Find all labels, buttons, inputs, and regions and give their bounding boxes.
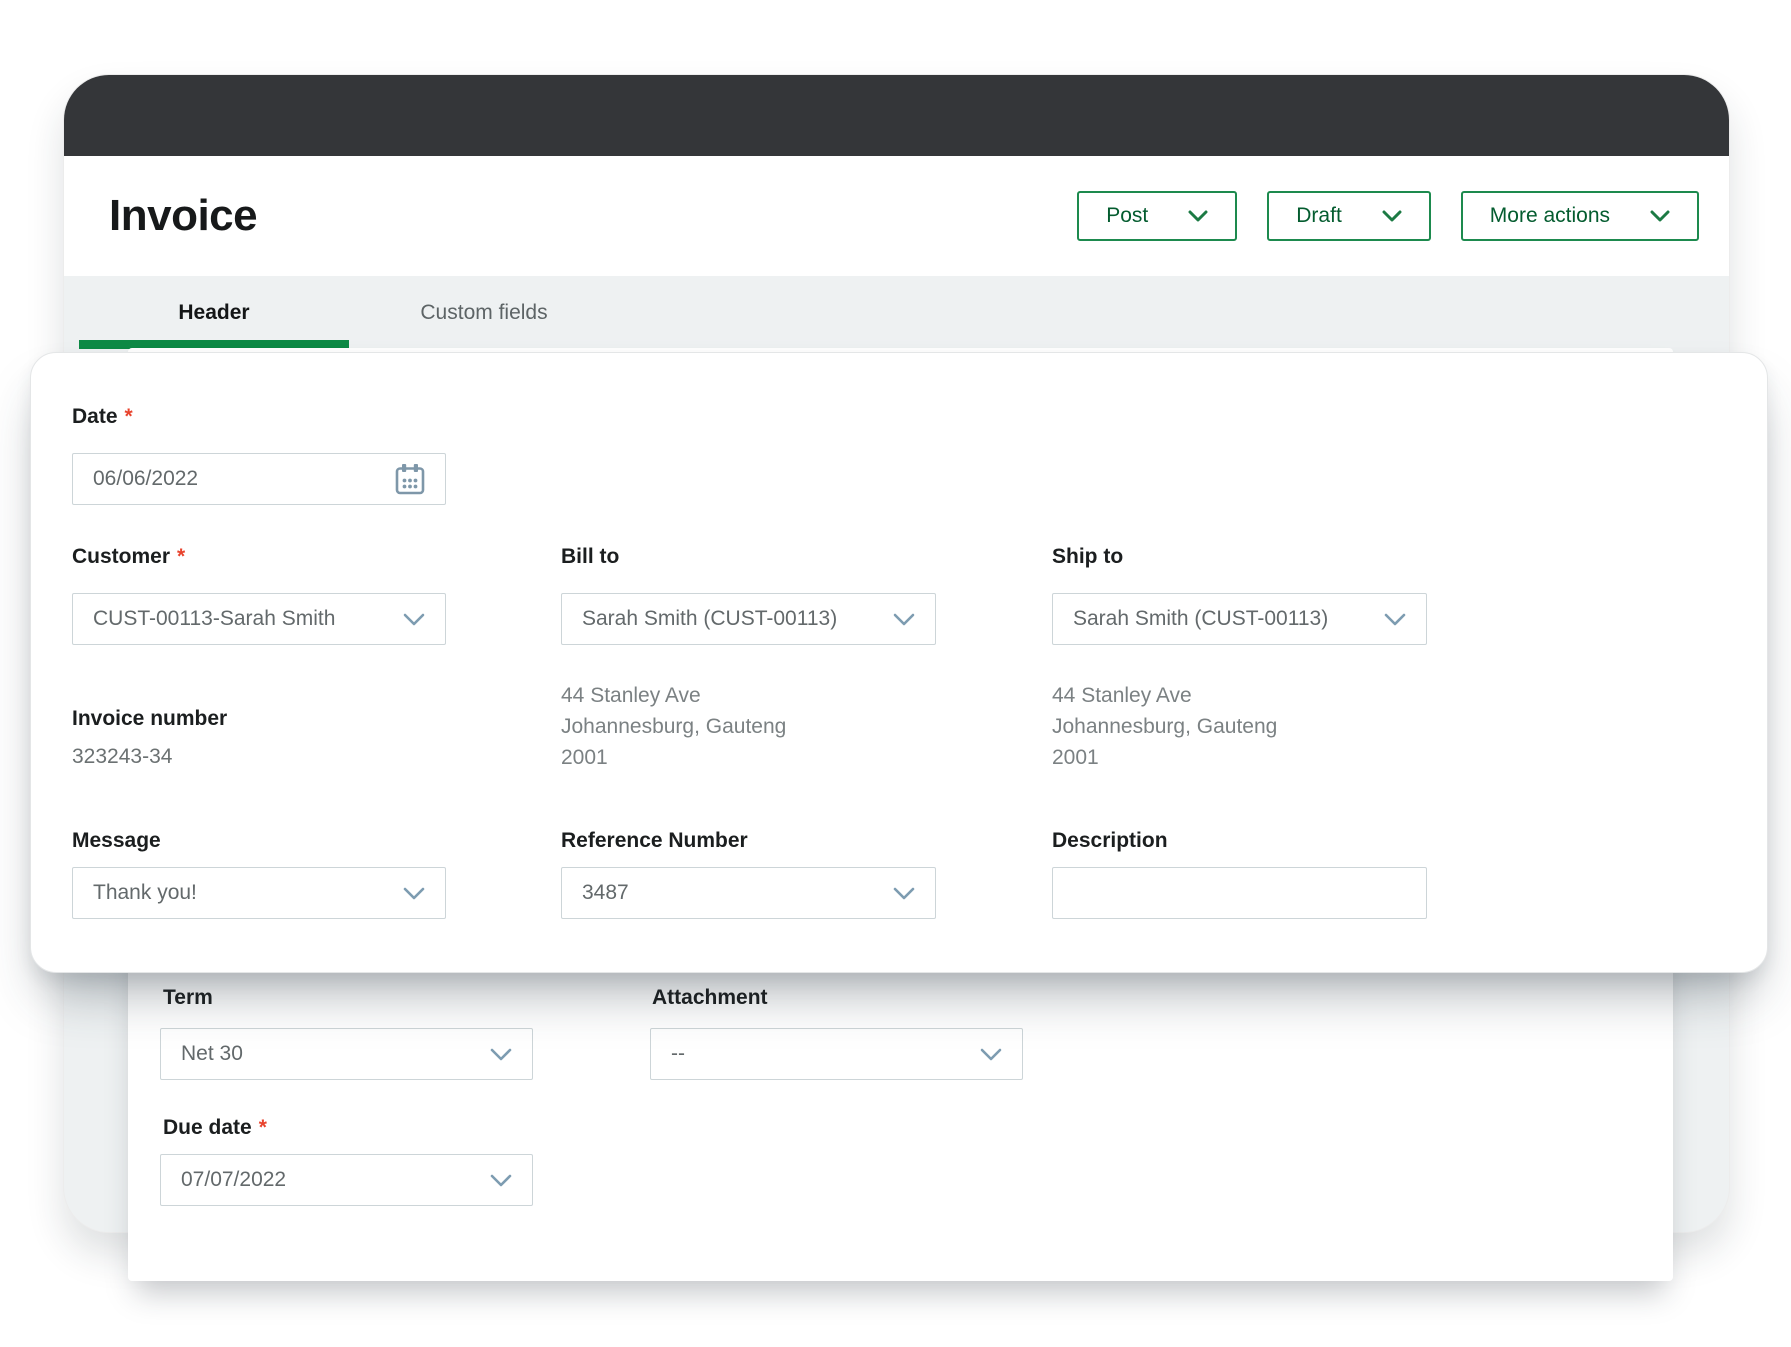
message-label: Message [72,829,161,853]
description-input[interactable] [1052,867,1427,919]
due-date-value: 07/07/2022 [181,1168,286,1192]
bill-to-select[interactable]: Sarah Smith (CUST-00113) [561,593,936,645]
page-title: Invoice [109,191,257,241]
chevron-down-icon [1650,210,1670,222]
bill-to-address: 44 Stanley Ave Johannesburg, Gauteng 200… [561,680,786,773]
bill-to-address-line: 2001 [561,742,786,773]
reference-number-select[interactable]: 3487 [561,867,936,919]
message-value: Thank you! [93,881,197,905]
draft-button[interactable]: Draft [1267,191,1431,241]
required-marker: * [125,405,133,428]
date-label: Date* [72,405,133,429]
bill-to-address-line: Johannesburg, Gauteng [561,711,786,742]
date-value: 06/06/2022 [93,467,198,491]
date-input[interactable]: 06/06/2022 [72,453,446,505]
chevron-down-icon [980,1048,1002,1061]
bill-to-address-line: 44 Stanley Ave [561,680,786,711]
reference-number-label: Reference Number [561,829,748,853]
term-select[interactable]: Net 30 [160,1028,533,1080]
chevron-down-icon [1382,210,1402,222]
attachment-label: Attachment [652,986,768,1010]
due-date-label: Due date* [163,1116,267,1140]
ship-to-address-line: 44 Stanley Ave [1052,680,1277,711]
customer-label: Customer* [72,545,185,569]
chevron-down-icon [893,887,915,900]
chevron-down-icon [490,1048,512,1061]
tab-header[interactable]: Header [79,276,349,349]
attachment-select[interactable]: -- [650,1028,1023,1080]
calendar-icon[interactable] [395,463,425,495]
required-marker: * [259,1116,267,1139]
term-label: Term [163,986,213,1010]
ship-to-address-line: Johannesburg, Gauteng [1052,711,1277,742]
window-top-bar [64,75,1729,156]
chevron-down-icon [403,613,425,626]
tab-custom-fields[interactable]: Custom fields [349,276,619,349]
message-select[interactable]: Thank you! [72,867,446,919]
due-date-select[interactable]: 07/07/2022 [160,1154,533,1206]
chevron-down-icon [1188,210,1208,222]
invoice-number-label: Invoice number [72,707,227,731]
invoice-page: Invoice Post Draft More actions [0,0,1791,1347]
reference-number-value: 3487 [582,881,629,905]
chevron-down-icon [893,613,915,626]
ship-to-select[interactable]: Sarah Smith (CUST-00113) [1052,593,1427,645]
bill-to-label: Bill to [561,545,619,569]
attachment-value: -- [671,1042,685,1066]
tab-bar: Header Custom fields [64,276,1729,349]
ship-to-value: Sarah Smith (CUST-00113) [1073,607,1328,631]
ship-to-address: 44 Stanley Ave Johannesburg, Gauteng 200… [1052,680,1277,773]
more-actions-button[interactable]: More actions [1461,191,1699,241]
description-label: Description [1052,829,1168,853]
chevron-down-icon [1384,613,1406,626]
action-buttons: Post Draft More actions [1077,191,1699,241]
customer-select[interactable]: CUST-00113-Sarah Smith [72,593,446,645]
draft-button-label: Draft [1296,204,1342,228]
header-section-card: Date* 06/06/2022 Customer* CUST-00113-Sa… [30,352,1768,973]
ship-to-label: Ship to [1052,545,1123,569]
window-title-row: Invoice Post Draft More actions [64,156,1729,276]
term-value: Net 30 [181,1042,243,1066]
more-actions-button-label: More actions [1490,204,1610,228]
customer-value: CUST-00113-Sarah Smith [93,607,335,631]
post-button-label: Post [1106,204,1148,228]
invoice-number-value: 323243-34 [72,745,172,769]
required-marker: * [177,545,185,568]
chevron-down-icon [490,1174,512,1187]
ship-to-address-line: 2001 [1052,742,1277,773]
chevron-down-icon [403,887,425,900]
bill-to-value: Sarah Smith (CUST-00113) [582,607,837,631]
post-button[interactable]: Post [1077,191,1237,241]
